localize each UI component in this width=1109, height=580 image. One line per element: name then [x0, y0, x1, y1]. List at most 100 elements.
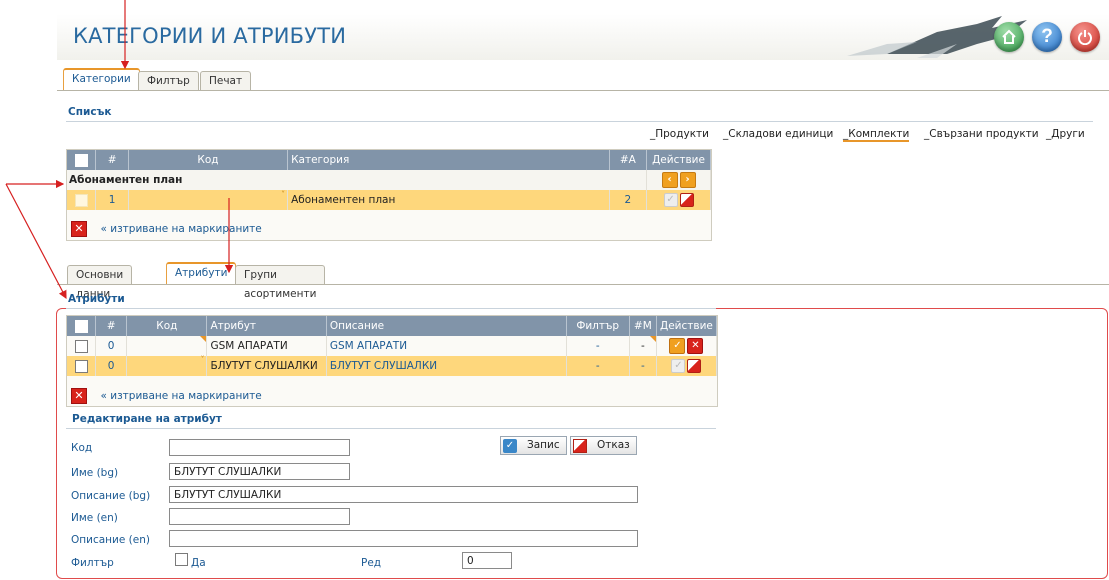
- categories-grid: # Код Категория #А Действие Абонаментен …: [66, 149, 712, 241]
- row-checkbox[interactable]: [74, 193, 88, 207]
- desc-bg-input[interactable]: БЛУТУТ СЛУШАЛКИ: [169, 486, 638, 503]
- tab-categories[interactable]: Категории: [63, 68, 140, 91]
- delete-icon[interactable]: ✕: [687, 338, 704, 354]
- name-en-input[interactable]: [169, 508, 350, 525]
- delete-marked-row: ✕ « изтриване на маркираните: [71, 221, 262, 237]
- expand-marker-icon: ˅: [281, 190, 286, 199]
- tab-divider: [57, 90, 1109, 91]
- attr-col-header-attribute[interactable]: Атрибут: [206, 316, 327, 336]
- attr-col-header-action: Действие: [656, 316, 718, 336]
- row-count: 2: [609, 190, 648, 210]
- attr-col-header-m: #М: [629, 316, 657, 336]
- delete-x-icon[interactable]: ✕: [71, 388, 87, 404]
- attr-delete-marked-row: ✕ « изтриване на маркираните: [71, 388, 262, 404]
- detail-tab-divider: [57, 284, 1109, 285]
- name-en-label: Име (en): [71, 512, 118, 524]
- col-header-code[interactable]: Код: [128, 150, 289, 170]
- link-bundles[interactable]: _Комплекти: [843, 128, 910, 142]
- row-attribute: БЛУТУТ СЛУШАЛКИ: [206, 356, 327, 376]
- attr-select-all-checkbox[interactable]: [74, 319, 88, 333]
- cancel-button[interactable]: Отказ: [570, 436, 637, 455]
- delete-x-icon[interactable]: ✕: [71, 221, 87, 237]
- chevron-left-icon[interactable]: ‹: [661, 172, 678, 188]
- row-description[interactable]: БЛУТУТ СЛУШАЛКИ: [326, 356, 567, 376]
- cancel-icon: [573, 439, 587, 453]
- tab-filter[interactable]: Филтър: [138, 71, 199, 91]
- edit-form-title: Редактиране на атрибут: [72, 413, 222, 425]
- col-header-category[interactable]: Категория: [287, 150, 610, 170]
- tab-print[interactable]: Печат: [200, 71, 252, 91]
- page-header: КАТЕГОРИИ И АТРИБУТИ ?: [57, 14, 1109, 60]
- row-m: -: [629, 336, 657, 356]
- row-num: 1: [95, 190, 129, 210]
- help-icon[interactable]: ?: [1032, 22, 1062, 52]
- delete-row-icon[interactable]: [687, 359, 702, 373]
- desc-en-label: Описание (en): [71, 534, 150, 546]
- delete-row-icon[interactable]: [679, 193, 694, 207]
- order-input[interactable]: 0: [462, 552, 512, 569]
- code-label: Код: [71, 442, 93, 454]
- delete-marked-link[interactable]: « изтриване на маркираните: [101, 223, 262, 235]
- tab-basic-data[interactable]: Основни данни: [67, 265, 133, 300]
- col-header-count: #А: [609, 150, 648, 170]
- order-label: Ред: [361, 557, 382, 569]
- table-row[interactable]: 1 ˅ Абонаментен план 2 ✓: [67, 190, 711, 210]
- edit-icon[interactable]: ✓: [669, 338, 686, 354]
- row-m: -: [629, 356, 657, 376]
- corner-marker-icon: [200, 336, 207, 342]
- attributes-grid: # Код Атрибут Описание Филтър #М Действи…: [66, 315, 718, 407]
- row-category: Абонаментен план: [287, 190, 610, 210]
- home-icon[interactable]: [994, 22, 1024, 52]
- row-code[interactable]: [126, 336, 208, 356]
- save-button[interactable]: ✓ Запис: [500, 436, 567, 455]
- col-header-num: #: [95, 150, 129, 170]
- name-bg-label: Име (bg): [71, 467, 119, 479]
- row-code[interactable]: ˅: [128, 190, 289, 210]
- section-rule: [66, 121, 1093, 122]
- filter-label: Филтър: [71, 557, 114, 569]
- attr-col-header-filter: Филтър: [566, 316, 630, 336]
- power-icon[interactable]: [1070, 22, 1100, 52]
- attr-delete-marked-link[interactable]: « изтриване на маркираните: [101, 390, 262, 402]
- row-code[interactable]: ˅: [126, 355, 208, 376]
- expand-marker-icon: ˅: [200, 355, 205, 364]
- row-checkbox[interactable]: [74, 339, 88, 353]
- link-related-products[interactable]: _Свързани продукти: [924, 128, 1039, 140]
- categories-table: # Код Категория #А Действие Абонаментен …: [67, 150, 711, 210]
- edit-form-rule: [66, 428, 716, 429]
- row-num: 0: [95, 356, 128, 376]
- attr-col-header-description[interactable]: Описание: [326, 316, 567, 336]
- attributes-table: # Код Атрибут Описание Филтър #М Действи…: [67, 316, 718, 376]
- chevron-right-icon[interactable]: ›: [679, 172, 696, 188]
- edit-disabled-icon: ✓: [663, 193, 678, 207]
- code-input[interactable]: [169, 439, 350, 456]
- tab-assortment-groups[interactable]: Групи асортименти: [235, 265, 326, 300]
- arrow-to-attributes-title: [5, 183, 67, 300]
- attributes-rule: [66, 308, 716, 309]
- desc-en-input[interactable]: [169, 530, 638, 547]
- link-stock-units[interactable]: _Складови единици: [723, 128, 833, 140]
- row-filter: -: [566, 336, 630, 356]
- tab-attributes[interactable]: Атрибути: [166, 262, 237, 285]
- filter-yes-label: Да: [191, 557, 206, 569]
- name-bg-input[interactable]: БЛУТУТ СЛУШАЛКИ: [169, 463, 350, 480]
- corner-marker-icon: [649, 336, 656, 342]
- table-row[interactable]: 0 ˅ БЛУТУТ СЛУШАЛКИ БЛУТУТ СЛУШАЛКИ - - …: [67, 355, 718, 376]
- col-header-action: Действие: [646, 150, 711, 170]
- edit-disabled-icon: ✓: [671, 359, 686, 373]
- filter-checkbox[interactable]: [175, 553, 188, 566]
- attributes-section-title: Атрибути: [68, 293, 125, 305]
- table-row[interactable]: 0 GSM АПАРАТИ GSM АПАРАТИ - - ✓ ✕: [67, 336, 718, 356]
- row-num: 0: [95, 336, 128, 356]
- link-other[interactable]: _Други: [1046, 128, 1085, 140]
- row-checkbox[interactable]: [74, 359, 88, 373]
- link-products[interactable]: _Продукти: [650, 128, 709, 140]
- desc-bg-label: Описание (bg): [71, 490, 151, 502]
- row-description[interactable]: GSM АПАРАТИ: [326, 336, 567, 356]
- check-icon: ✓: [503, 439, 517, 453]
- select-all-checkbox[interactable]: [74, 153, 88, 167]
- group-row-label: Абонаментен план: [67, 170, 648, 190]
- page-title: КАТЕГОРИИ И АТРИБУТИ: [73, 24, 347, 48]
- attr-col-header-code[interactable]: Код: [126, 316, 208, 336]
- list-section-title: Списък: [68, 106, 112, 118]
